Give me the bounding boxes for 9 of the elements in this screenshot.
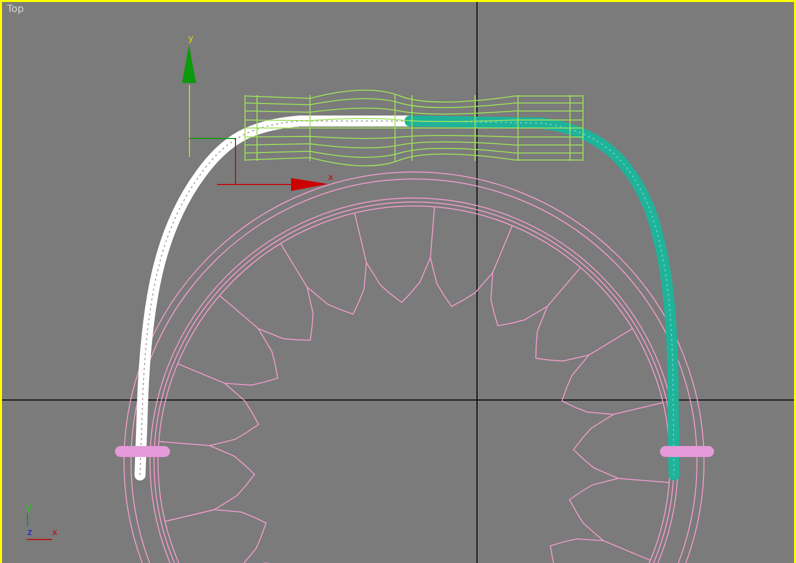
- viewport-label[interactable]: Top: [7, 4, 24, 15]
- tripod-y-label: y: [26, 503, 32, 513]
- transform-gizmo-drawing[interactable]: [182, 45, 328, 191]
- tripod-x-label: x: [52, 528, 58, 538]
- x-axis-label: x: [328, 173, 334, 183]
- y-axis-label: y: [188, 34, 194, 44]
- tripod-z-label: z: [27, 528, 32, 538]
- axis-tripod-drawing: [26, 512, 52, 540]
- viewport[interactable]: y x y z x Top: [0, 0, 796, 563]
